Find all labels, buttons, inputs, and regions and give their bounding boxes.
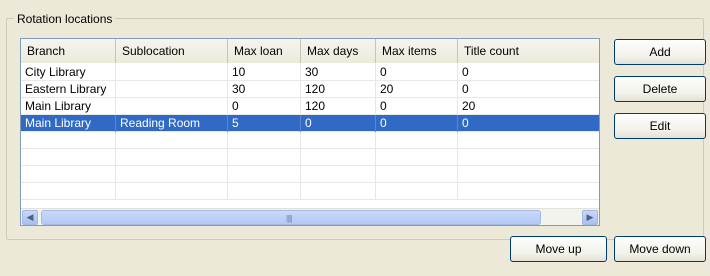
cell-max-items: 0 bbox=[376, 115, 458, 132]
move-down-button[interactable]: Move down bbox=[614, 236, 706, 262]
cell-max-loan: 30 bbox=[228, 81, 301, 98]
cell-max-loan: 10 bbox=[228, 64, 301, 81]
cell-max-days: 0 bbox=[301, 115, 376, 132]
cell-title-count: 0 bbox=[458, 81, 599, 98]
table-row[interactable]: City Library 10 30 0 0 bbox=[21, 64, 599, 81]
table-row[interactable]: Main Library 0 120 0 20 bbox=[21, 98, 599, 115]
cell-max-items: 0 bbox=[376, 64, 458, 81]
cell-title-count: 0 bbox=[458, 64, 599, 81]
edit-button[interactable]: Edit bbox=[614, 113, 706, 139]
add-button[interactable]: Add bbox=[614, 39, 706, 65]
cell-branch: Main Library bbox=[21, 115, 116, 132]
list-header: Branch Sublocation Max loan Max days Max… bbox=[21, 39, 599, 63]
horizontal-scrollbar[interactable]: ◀ ||||| ▶ bbox=[21, 208, 599, 225]
cell-sublocation bbox=[116, 81, 228, 98]
cell-branch: City Library bbox=[21, 64, 116, 81]
column-header-max-days[interactable]: Max days bbox=[301, 39, 376, 63]
cell-max-days: 30 bbox=[301, 64, 376, 81]
scrollbar-thumb[interactable]: ||||| bbox=[41, 210, 541, 225]
empty-row bbox=[21, 166, 599, 183]
cell-max-days: 120 bbox=[301, 98, 376, 115]
cell-branch: Eastern Library bbox=[21, 81, 116, 98]
cell-max-loan: 5 bbox=[228, 115, 301, 132]
move-up-button[interactable]: Move up bbox=[510, 236, 607, 262]
grip-icon: ||||| bbox=[286, 214, 292, 223]
cell-title-count: 0 bbox=[458, 115, 599, 132]
cell-sublocation bbox=[116, 64, 228, 81]
list-rows: City Library 10 30 0 0 Eastern Library 3… bbox=[21, 64, 599, 200]
cell-max-items: 0 bbox=[376, 98, 458, 115]
empty-row bbox=[21, 132, 599, 149]
cell-max-loan: 0 bbox=[228, 98, 301, 115]
scroll-left-icon[interactable]: ◀ bbox=[22, 210, 38, 225]
group-title: Rotation locations bbox=[14, 12, 116, 26]
cell-max-days: 120 bbox=[301, 81, 376, 98]
column-header-title-count[interactable]: Title count bbox=[458, 39, 599, 63]
column-header-sublocation[interactable]: Sublocation bbox=[116, 39, 228, 63]
column-header-branch[interactable]: Branch bbox=[21, 39, 116, 63]
column-header-max-items[interactable]: Max items bbox=[376, 39, 458, 63]
cell-sublocation: Reading Room bbox=[116, 115, 228, 132]
column-header-max-loan[interactable]: Max loan bbox=[228, 39, 301, 63]
table-row-selected[interactable]: Main Library Reading Room 5 0 0 0 bbox=[21, 115, 599, 132]
delete-button[interactable]: Delete bbox=[614, 76, 706, 102]
empty-row bbox=[21, 183, 599, 200]
cell-sublocation bbox=[116, 98, 228, 115]
scroll-right-icon[interactable]: ▶ bbox=[582, 210, 598, 225]
rotation-locations-list[interactable]: Branch Sublocation Max loan Max days Max… bbox=[20, 38, 600, 226]
cell-max-items: 20 bbox=[376, 81, 458, 98]
table-row[interactable]: Eastern Library 30 120 20 0 bbox=[21, 81, 599, 98]
cell-title-count: 20 bbox=[458, 98, 599, 115]
empty-row bbox=[21, 149, 599, 166]
cell-branch: Main Library bbox=[21, 98, 116, 115]
